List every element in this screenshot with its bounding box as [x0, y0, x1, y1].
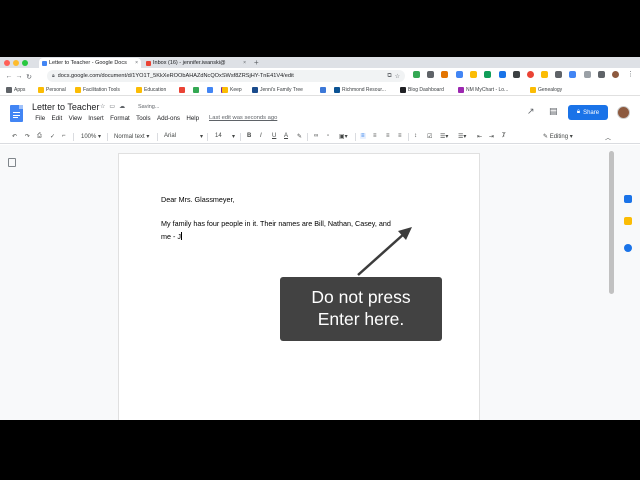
browser-window: Letter to Teacher - Google Docs × Inbox …	[0, 57, 640, 420]
annotation-callout: Do not press Enter here.	[280, 277, 442, 341]
annotation-arrow	[357, 227, 412, 276]
